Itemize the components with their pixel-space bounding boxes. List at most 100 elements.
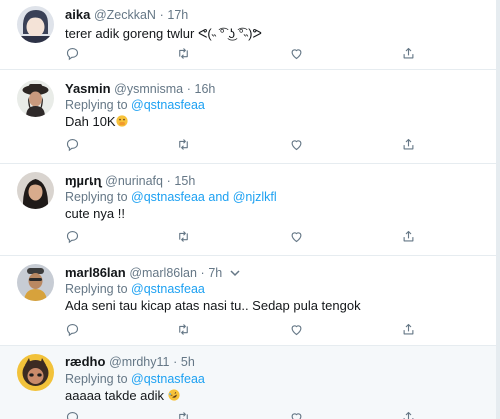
- tweet-text-row: aaaaa takde adik: [65, 388, 180, 404]
- separator-dot: ·: [186, 82, 191, 96]
- replying-to: Replying to @qstnasfeaa: [65, 281, 205, 297]
- share-icon: [403, 138, 414, 150]
- tweet-text: terer adik goreng twlur ᕙ(˵ ͡° ͜ʖ ͡°˵)ᕗ: [65, 26, 262, 41]
- retweet-icon: [179, 324, 188, 335]
- share-button[interactable]: [401, 137, 419, 155]
- tweet-header: rædho @mrdhy11 · 5h: [65, 354, 195, 370]
- like-button[interactable]: [289, 229, 307, 247]
- retweet-icon: [179, 139, 188, 150]
- user-handle[interactable]: @ZeckkaN: [94, 8, 156, 22]
- replying-to-label: Replying to: [65, 190, 128, 204]
- retweet-button[interactable]: [176, 410, 194, 419]
- display-name[interactable]: Yasmin: [65, 81, 111, 96]
- retweet-icon: [179, 48, 188, 59]
- timestamp[interactable]: 5h: [181, 355, 195, 369]
- reply-button[interactable]: [65, 46, 83, 64]
- reply-button[interactable]: [65, 322, 83, 340]
- avatar[interactable]: [17, 354, 54, 391]
- user-handle[interactable]: @ysmnisma: [114, 82, 183, 96]
- reply-icon: [66, 411, 79, 419]
- retweet-button[interactable]: [176, 137, 194, 155]
- timestamp[interactable]: 17h: [167, 8, 188, 22]
- timestamp[interactable]: 7h: [208, 266, 222, 280]
- replying-to: Replying to @qstnasfeaa: [65, 371, 205, 387]
- retweet-button[interactable]: [176, 322, 194, 340]
- tweet[interactable]: Yasmin @ysmnisma · 16h Replying to @qstn…: [0, 70, 496, 164]
- separator-dot: ·: [200, 266, 205, 280]
- tweet[interactable]: aika @ZeckkaN · 17h terer adik goreng tw…: [0, 0, 496, 70]
- user-handle[interactable]: @nurinafq: [105, 174, 163, 188]
- display-name[interactable]: aika: [65, 7, 90, 22]
- mention-link[interactable]: @qstnasfeaa: [131, 372, 205, 386]
- rolling-on-the-floor-laughing-emoji: [168, 389, 180, 401]
- share-button[interactable]: [401, 410, 419, 419]
- reply-button[interactable]: [65, 229, 83, 247]
- user-handle[interactable]: @mrdhy11: [109, 355, 169, 369]
- tweet-header: marl86lan @marl86lan · 7h: [65, 265, 240, 281]
- replying-to: Replying to @qstnasfeaa: [65, 97, 205, 113]
- share-button[interactable]: [401, 229, 419, 247]
- scrollbar-track[interactable]: [496, 0, 500, 419]
- reply-icon: [66, 138, 79, 152]
- like-button[interactable]: [289, 322, 307, 340]
- mention-link[interactable]: @qstnasfeaa: [131, 98, 205, 112]
- retweet-button[interactable]: [176, 46, 194, 64]
- tweet-text: cute nya !!: [65, 206, 125, 221]
- tweet-actions: [65, 137, 425, 155]
- tweet-text: Dah 10K: [65, 114, 116, 129]
- share-icon: [403, 323, 414, 335]
- heart-icon: [291, 413, 302, 419]
- heart-icon: [291, 325, 302, 336]
- timestamp[interactable]: 16h: [195, 82, 216, 96]
- display-name[interactable]: ɱµɾเɳ: [65, 173, 102, 188]
- share-button[interactable]: [401, 46, 419, 64]
- display-name[interactable]: marl86lan: [65, 265, 126, 280]
- mention-link[interactable]: @njzlkfl: [233, 190, 277, 204]
- mention-link[interactable]: @qstnasfeaa: [131, 282, 205, 296]
- tweet-header: aika @ZeckkaN · 17h: [65, 7, 188, 23]
- replying-to: Replying to @qstnasfeaa and @njzlkfl: [65, 189, 277, 205]
- heart-icon: [291, 232, 302, 243]
- heart-icon: [291, 140, 302, 151]
- tweet-text: aaaaa takde adik: [65, 388, 165, 403]
- reply-button[interactable]: [65, 137, 83, 155]
- separator-dot: ·: [173, 355, 178, 369]
- retweet-icon: [179, 231, 188, 242]
- avatar[interactable]: [17, 172, 54, 209]
- chevron-down-icon[interactable]: [230, 269, 240, 277]
- mention-joiner: and: [208, 190, 230, 204]
- tweet-actions: [65, 410, 425, 419]
- display-name[interactable]: rædho: [65, 354, 105, 369]
- like-button[interactable]: [289, 410, 307, 419]
- tweet[interactable]: rædho @mrdhy11 · 5h Replying to @qstnasf…: [0, 346, 496, 419]
- tweet[interactable]: ɱµɾเɳ @nurinafq · 15h Replying to @qstna…: [0, 164, 496, 256]
- tweet-header: ɱµɾเɳ @nurinafq · 15h: [65, 173, 195, 189]
- replying-to-label: Replying to: [65, 98, 128, 112]
- user-handle[interactable]: @marl86lan: [129, 266, 197, 280]
- tweet-actions: [65, 46, 425, 64]
- avatar[interactable]: [17, 264, 54, 301]
- face-with-hand-over-mouth-emoji: [115, 115, 128, 127]
- tweet-actions: [65, 322, 425, 340]
- reply-icon: [66, 230, 79, 244]
- share-icon: [403, 230, 414, 242]
- reply-icon: [66, 47, 79, 61]
- avatar[interactable]: [17, 80, 54, 117]
- replying-to-label: Replying to: [65, 372, 128, 386]
- retweet-button[interactable]: [176, 229, 194, 247]
- like-button[interactable]: [289, 46, 307, 64]
- retweet-icon: [179, 412, 188, 419]
- share-button[interactable]: [401, 322, 419, 340]
- reply-thread: aika @ZeckkaN · 17h terer adik goreng tw…: [0, 0, 500, 419]
- tweet[interactable]: marl86lan @marl86lan · 7h Replying to @q…: [0, 256, 496, 346]
- separator-dot: ·: [166, 174, 171, 188]
- share-icon: [403, 47, 414, 59]
- heart-icon: [291, 49, 302, 60]
- like-button[interactable]: [289, 137, 307, 155]
- tweet-header: Yasmin @ysmnisma · 16h: [65, 81, 215, 97]
- avatar[interactable]: [17, 6, 54, 43]
- timestamp[interactable]: 15h: [174, 174, 195, 188]
- tweet-text-row: Dah 10K: [65, 114, 128, 130]
- reply-button[interactable]: [65, 410, 83, 419]
- mention-link[interactable]: @qstnasfeaa: [131, 190, 205, 204]
